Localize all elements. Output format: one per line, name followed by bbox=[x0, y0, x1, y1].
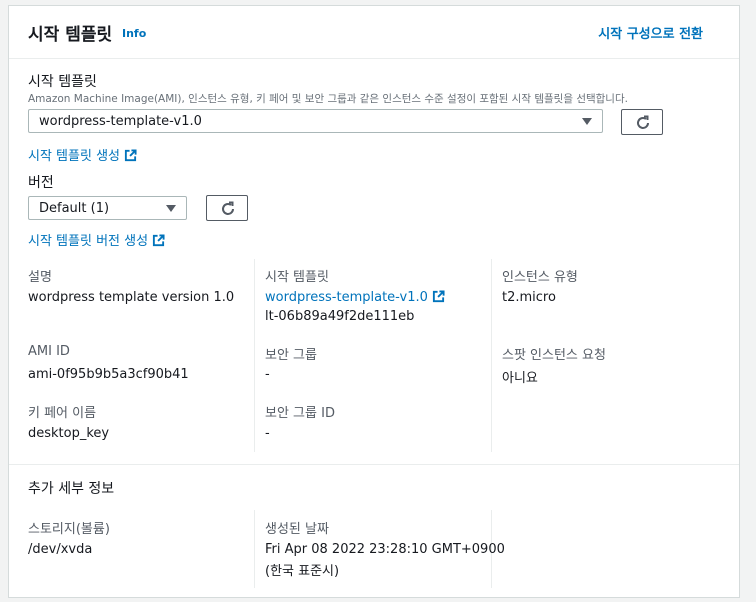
storage-key: 스토리지(볼륨) bbox=[28, 522, 110, 537]
create-template-link-label: 시작 템플릿 생성 bbox=[28, 149, 120, 164]
column-divider bbox=[254, 259, 255, 452]
created-date-timezone: (한국 표준시) bbox=[265, 564, 340, 579]
key-pair-key: 키 페어 이름 bbox=[28, 406, 97, 421]
version-select[interactable]: Default (1) bbox=[28, 196, 187, 220]
refresh-icon bbox=[637, 115, 649, 129]
external-link-icon bbox=[124, 149, 137, 162]
instance-type-value: t2.micro bbox=[502, 290, 556, 305]
version-label: 버전 bbox=[28, 175, 54, 191]
security-group-id-value: - bbox=[265, 426, 270, 441]
panel-header: 시작 템플릿 Info 시작 구성으로 전환 bbox=[9, 6, 739, 59]
created-date-value: Fri Apr 08 2022 23:28:10 GMT+0900 bbox=[265, 542, 505, 557]
create-template-version-link[interactable]: 시작 템플릿 버전 생성 bbox=[28, 230, 165, 249]
version-refresh-button[interactable] bbox=[206, 195, 248, 221]
spot-request-value: 아니요 bbox=[502, 371, 538, 386]
security-group-key: 보안 그룹 bbox=[265, 348, 317, 363]
key-pair-value: desktop_key bbox=[28, 426, 110, 441]
section-divider bbox=[9, 464, 739, 465]
template-refresh-button[interactable] bbox=[621, 109, 663, 135]
panel-title: 시작 템플릿 bbox=[28, 25, 113, 45]
launch-template-link[interactable]: wordpress-template-v1.0 bbox=[265, 290, 445, 305]
template-select[interactable]: wordpress-template-v1.0 bbox=[28, 109, 603, 133]
refresh-icon bbox=[222, 201, 234, 215]
caret-down-icon bbox=[166, 205, 176, 212]
launch-template-panel: 시작 템플릿 Info 시작 구성으로 전환 시작 템플릿 Amazon Mac… bbox=[8, 5, 740, 598]
additional-details-title: 추가 세부 정보 bbox=[28, 481, 115, 497]
column-divider bbox=[254, 510, 255, 588]
template-select-value: wordpress-template-v1.0 bbox=[39, 114, 202, 129]
description-value: wordpress template version 1.0 bbox=[28, 290, 235, 305]
ami-id-value: ami-0f95b9b5a3cf90b41 bbox=[28, 367, 189, 382]
caret-down-icon bbox=[582, 118, 592, 125]
description-key: 설명 bbox=[28, 270, 52, 285]
storage-value: /dev/xvda bbox=[28, 542, 93, 557]
template-label: 시작 템플릿 bbox=[28, 74, 97, 90]
create-template-version-link-label: 시작 템플릿 버전 생성 bbox=[28, 234, 149, 249]
external-link-icon bbox=[152, 234, 165, 247]
launch-template-id: lt-06b89a49f2de111eb bbox=[265, 309, 415, 324]
spot-request-key: 스팟 인스턴스 요청 bbox=[502, 348, 606, 363]
switch-to-launch-config-link[interactable]: 시작 구성으로 전환 bbox=[598, 23, 703, 42]
ami-id-key: AMI ID bbox=[28, 344, 70, 359]
info-link[interactable]: Info bbox=[122, 27, 146, 40]
security-group-id-key: 보안 그룹 ID bbox=[265, 406, 335, 421]
version-select-value: Default (1) bbox=[39, 201, 110, 216]
instance-type-key: 인스턴스 유형 bbox=[502, 270, 578, 285]
create-template-link[interactable]: 시작 템플릿 생성 bbox=[28, 145, 137, 164]
external-link-icon bbox=[432, 290, 445, 303]
created-date-key: 생성된 날짜 bbox=[265, 522, 329, 537]
security-group-value: - bbox=[265, 367, 270, 382]
launch-template-link-label: wordpress-template-v1.0 bbox=[265, 290, 428, 305]
launch-template-key: 시작 템플릿 bbox=[265, 270, 329, 285]
template-description: Amazon Machine Image(AMI), 인스턴스 유형, 키 페어… bbox=[28, 93, 628, 105]
column-divider bbox=[491, 259, 492, 452]
